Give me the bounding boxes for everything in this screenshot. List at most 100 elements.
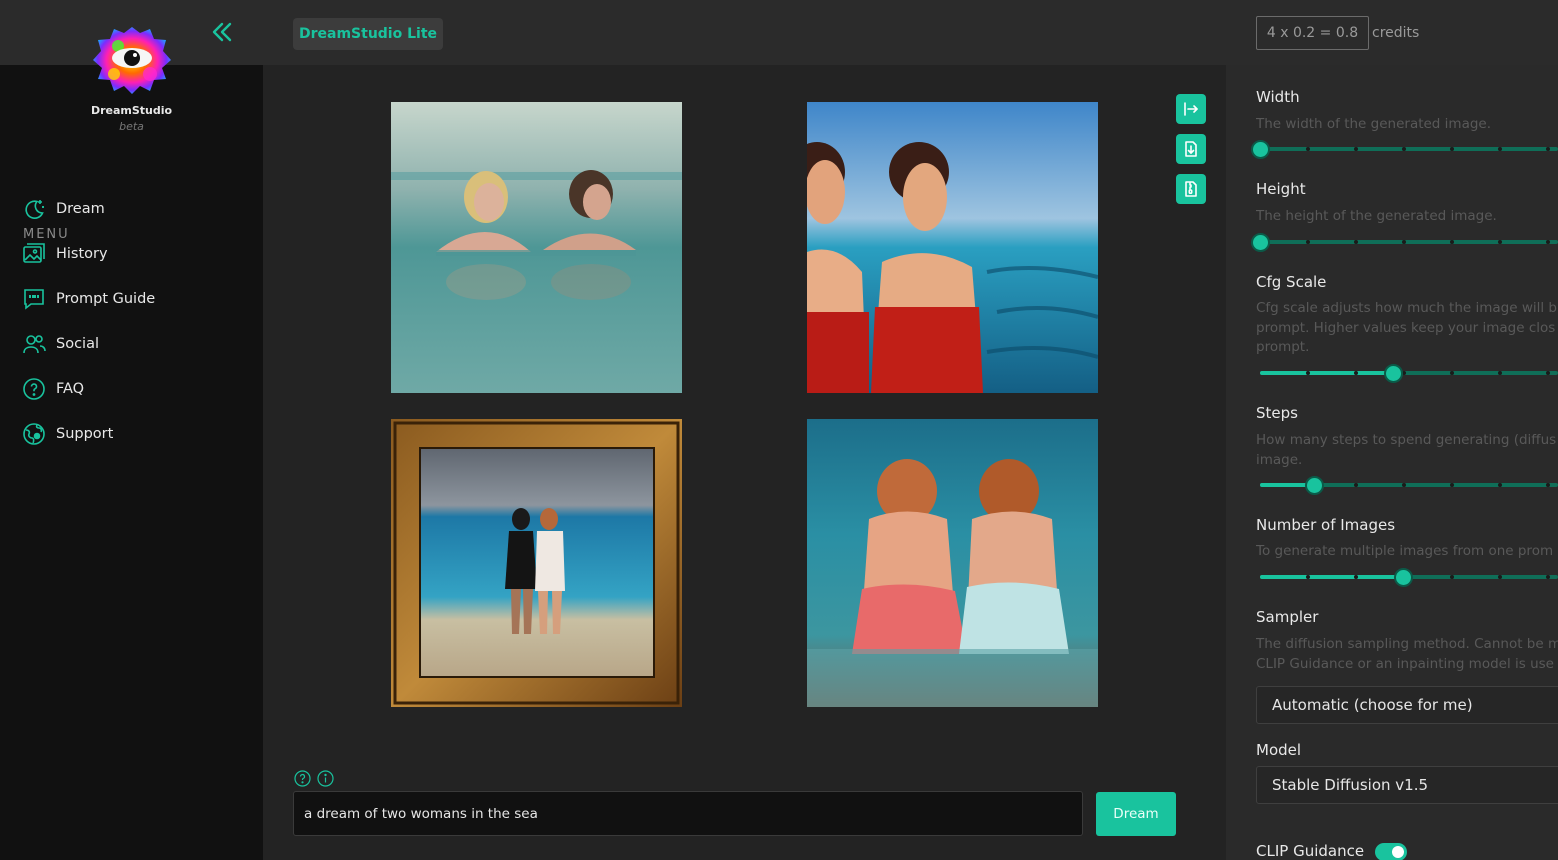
sidebar-item-support[interactable]: Support bbox=[22, 420, 113, 448]
sampler-description: The diffusion sampling method. Cannot be… bbox=[1256, 635, 1558, 674]
slider-tick bbox=[1498, 371, 1502, 375]
desc-line: image. bbox=[1256, 451, 1303, 468]
download-zip-button[interactable] bbox=[1176, 174, 1206, 204]
slider-tick bbox=[1306, 147, 1310, 151]
slider-tick bbox=[1450, 371, 1454, 375]
slider-tick bbox=[1546, 371, 1550, 375]
download-zip-icon bbox=[1185, 181, 1197, 197]
slider-tick bbox=[1402, 240, 1406, 244]
prompt-help-icons bbox=[294, 770, 334, 787]
users-icon bbox=[23, 335, 46, 354]
generated-image-2[interactable] bbox=[807, 102, 1098, 393]
slider-tick bbox=[1354, 483, 1358, 487]
slider-tick bbox=[1402, 147, 1406, 151]
slider-tick bbox=[1546, 240, 1550, 244]
gallery-icon bbox=[23, 243, 45, 263]
dreamstudio-logo[interactable] bbox=[92, 24, 172, 96]
sidebar-item-label: Dream bbox=[56, 201, 105, 217]
model-select[interactable]: Stable Diffusion v1.5 bbox=[1256, 766, 1558, 804]
use-as-init-button[interactable] bbox=[1176, 94, 1206, 124]
slider-track bbox=[1260, 147, 1558, 151]
slider-thumb[interactable] bbox=[1383, 364, 1403, 383]
generated-image-1[interactable] bbox=[391, 102, 682, 393]
steps-slider[interactable] bbox=[1260, 476, 1558, 495]
info-circle-icon bbox=[317, 770, 334, 787]
slider-tick bbox=[1546, 483, 1550, 487]
credits-cost: 4 x 0.2 = 0.8 bbox=[1256, 16, 1369, 50]
prompt-info-button[interactable] bbox=[317, 770, 334, 787]
sampler-selected-value: Automatic (choose for me) bbox=[1272, 696, 1473, 714]
slider-thumb[interactable] bbox=[1251, 140, 1270, 159]
download-image-button[interactable] bbox=[1176, 134, 1206, 164]
slider-tick bbox=[1450, 483, 1454, 487]
clip-guidance-toggle[interactable] bbox=[1375, 843, 1407, 860]
slider-tick bbox=[1306, 371, 1310, 375]
moon-stars-icon bbox=[25, 200, 44, 219]
slider-tick bbox=[1306, 240, 1310, 244]
slider-fill bbox=[1260, 371, 1393, 375]
sidebar-item-label: History bbox=[56, 246, 108, 262]
chat-quote-icon bbox=[24, 289, 44, 310]
slider-fill bbox=[1260, 575, 1404, 579]
sidebar: MENU Dream History Prompt Guide Social F… bbox=[0, 65, 263, 860]
steps-description: How many steps to spend generating (diff… bbox=[1256, 431, 1558, 470]
cfg-scale-description: Cfg scale adjusts how much the image wil… bbox=[1256, 299, 1558, 358]
slider-thumb[interactable] bbox=[1304, 476, 1324, 495]
collapse-sidebar-button[interactable] bbox=[208, 18, 236, 46]
slider-tick bbox=[1354, 147, 1358, 151]
sidebar-item-social[interactable]: Social bbox=[22, 330, 99, 358]
desc-line: CLIP Guidance or an inpainting model is … bbox=[1256, 655, 1554, 672]
sidebar-item-label: Prompt Guide bbox=[56, 291, 156, 307]
sampler-title: Sampler bbox=[1256, 608, 1319, 626]
cfg-scale-title: Cfg Scale bbox=[1256, 273, 1327, 291]
slider-tick bbox=[1402, 483, 1406, 487]
generated-image-3[interactable] bbox=[391, 419, 682, 707]
image-framed-women-on-beach bbox=[391, 419, 682, 707]
generated-image-4[interactable] bbox=[807, 419, 1098, 707]
width-title: Width bbox=[1256, 88, 1300, 106]
slider-tick bbox=[1498, 240, 1502, 244]
beta-label: beta bbox=[119, 120, 144, 133]
slider-tick bbox=[1450, 147, 1454, 151]
desc-line: prompt. bbox=[1256, 339, 1310, 355]
prompt-help-button[interactable] bbox=[294, 770, 311, 787]
tab-dreamstudio-lite[interactable]: DreamStudio Lite bbox=[293, 18, 443, 50]
globe-support-icon bbox=[23, 423, 45, 445]
dream-button[interactable]: Dream bbox=[1096, 792, 1176, 836]
height-description: The height of the generated image. bbox=[1256, 208, 1497, 224]
slider-tick bbox=[1306, 575, 1310, 579]
clip-guidance-title: CLIP Guidance bbox=[1256, 842, 1365, 860]
image-women-sitting-in-water bbox=[807, 419, 1098, 707]
prompt-input[interactable] bbox=[293, 791, 1083, 836]
height-title: Height bbox=[1256, 180, 1306, 198]
slider-thumb[interactable] bbox=[1394, 568, 1414, 587]
sidebar-item-dream[interactable]: Dream bbox=[22, 195, 105, 223]
question-circle-icon bbox=[294, 770, 311, 787]
sidebar-item-label: Support bbox=[56, 426, 114, 442]
slider-tick bbox=[1546, 147, 1550, 151]
cfg-scale-slider[interactable] bbox=[1260, 364, 1558, 383]
desc-line: How many steps to spend generating (diff… bbox=[1256, 432, 1557, 448]
desc-line: prompt. Higher values keep your image cl… bbox=[1256, 319, 1556, 336]
app-name: DreamStudio bbox=[90, 104, 173, 117]
height-slider[interactable] bbox=[1251, 233, 1558, 252]
arrow-into-icon bbox=[1184, 102, 1198, 116]
width-slider[interactable] bbox=[1251, 140, 1558, 159]
question-circle-icon bbox=[23, 378, 45, 400]
slider-tick bbox=[1354, 240, 1358, 244]
model-selected-value: Stable Diffusion v1.5 bbox=[1272, 776, 1429, 794]
image-painted-women-red-dresses bbox=[807, 102, 1098, 393]
credits-label: credits bbox=[1372, 25, 1420, 41]
slider-tick bbox=[1498, 575, 1502, 579]
sidebar-item-label: Social bbox=[56, 336, 99, 352]
slider-thumb[interactable] bbox=[1251, 233, 1270, 252]
desc-line: Cfg scale adjusts how much the image wil… bbox=[1256, 300, 1557, 316]
chevrons-left-icon bbox=[212, 22, 232, 42]
sidebar-item-faq[interactable]: FAQ bbox=[22, 375, 84, 403]
sampler-select[interactable]: Automatic (choose for me) bbox=[1256, 686, 1558, 724]
sidebar-item-prompt-guide[interactable]: Prompt Guide bbox=[22, 285, 155, 313]
slider-tick bbox=[1546, 575, 1550, 579]
sidebar-item-history[interactable]: History bbox=[22, 240, 108, 268]
slider-tick bbox=[1498, 147, 1502, 151]
number-of-images-slider[interactable] bbox=[1260, 568, 1558, 587]
